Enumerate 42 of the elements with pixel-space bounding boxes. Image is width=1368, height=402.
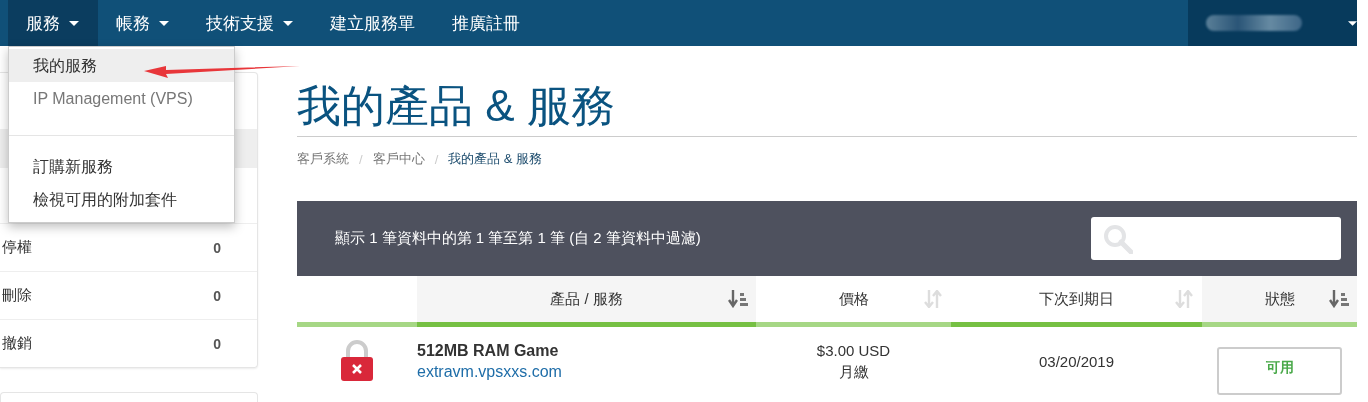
sidebar-item[interactable]: 刪除 0 xyxy=(0,272,257,320)
product-name: 512MB RAM Game xyxy=(417,341,559,360)
status-badge: 可用 xyxy=(1217,347,1342,395)
nav-menu-item[interactable]: 技術支援 xyxy=(188,0,312,46)
menu-item[interactable]: 訂購新服務 xyxy=(9,150,234,183)
user-menu[interactable] xyxy=(1188,0,1357,46)
padlock-icon xyxy=(340,340,374,382)
menu-item[interactable]: IP Management (VPS) xyxy=(9,82,234,115)
column-header[interactable]: 產品 / 服務 xyxy=(417,276,756,327)
nav-menu-item[interactable]: 推廣註冊 xyxy=(434,0,539,46)
item-count: 0 xyxy=(213,239,221,256)
breadcrumb-separator: / xyxy=(359,151,363,167)
sidebar-item[interactable]: 撤銷 0 xyxy=(0,320,257,367)
search-field[interactable] xyxy=(1091,217,1341,260)
item-count: 0 xyxy=(213,335,221,352)
menu-item[interactable]: 檢視可用的附加套件 xyxy=(9,183,234,216)
menu-item[interactable]: 我的服務 xyxy=(9,49,234,82)
billing-cycle: 月繳 xyxy=(838,362,869,382)
sort-icon xyxy=(923,290,943,308)
nav-menu-item[interactable]: 建立服務單 xyxy=(312,0,434,46)
item-label: 停權 xyxy=(2,238,32,257)
nav-menu-item[interactable]: 帳務 xyxy=(98,0,188,46)
sidebar-item[interactable]: 停權 0 xyxy=(0,224,257,272)
table-info: 顯示 1 筆資料中的第 1 筆至第 1 筆 (自 2 筆資料中過濾) xyxy=(335,229,701,248)
due-date: 03/20/2019 xyxy=(1038,351,1115,372)
item-count: 0 xyxy=(213,287,221,304)
breadcrumb-link[interactable]: 我的產品 & 服務 xyxy=(448,150,543,168)
item-label: 撤銷 xyxy=(2,334,32,353)
breadcrumb-separator: / xyxy=(434,151,439,167)
breadcrumb-link[interactable]: 客戶中心 xyxy=(372,150,425,168)
nav-menu-item[interactable]: 服務 xyxy=(8,0,98,46)
domain-link[interactable]: extravm.vpsxxs.com xyxy=(417,362,562,381)
item-label: 刪除 xyxy=(2,286,32,305)
column-header[interactable]: 狀態 xyxy=(1202,276,1357,327)
search-icon xyxy=(1103,223,1133,254)
sort-descending-icon xyxy=(728,290,748,308)
price-text: $3.00 USD xyxy=(816,341,891,361)
breadcrumb-link[interactable]: 客戶系統 xyxy=(297,150,349,168)
sort-descending-icon xyxy=(1329,290,1349,308)
page-title: 我的產品 & 服務 xyxy=(297,76,1357,137)
column-header[interactable]: 價格 xyxy=(756,276,951,327)
sort-icon xyxy=(1174,290,1194,308)
